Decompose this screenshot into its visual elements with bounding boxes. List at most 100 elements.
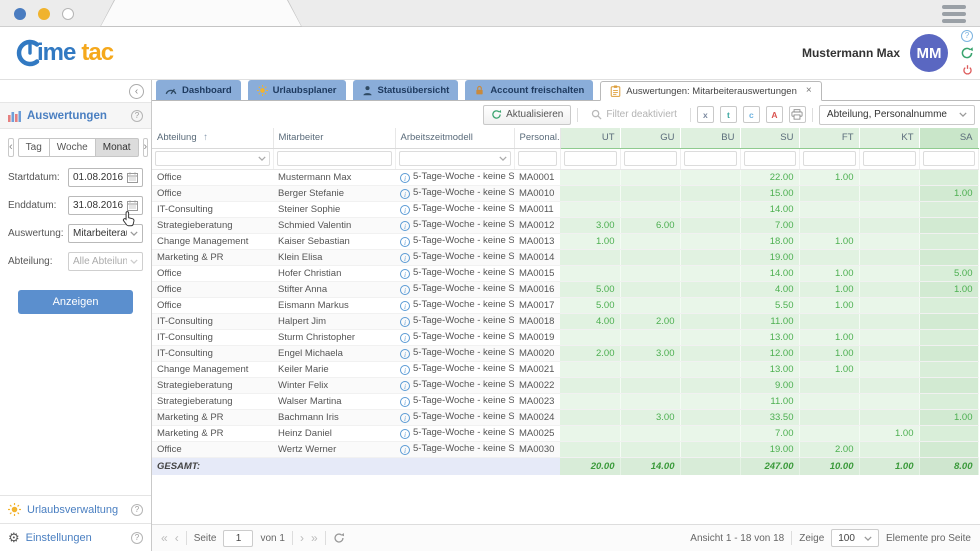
column-header-ft[interactable]: FT [799, 128, 859, 148]
settings-help-icon[interactable]: ? [131, 532, 143, 544]
info-icon[interactable]: i [400, 381, 410, 391]
table-row[interactable]: Office Eismann Markus i5-Tage-Woche - ke… [152, 297, 978, 313]
filter-status-button[interactable]: Filter deaktiviert [584, 105, 684, 125]
info-icon[interactable]: i [400, 349, 410, 359]
tab-urlaubsplaner[interactable]: Urlaubsplaner [248, 80, 346, 100]
tab-statusuebersicht[interactable]: Statusübersicht [353, 80, 459, 100]
sidebar-item-einstellungen[interactable]: ⚙ Einstellungen ? [0, 523, 151, 551]
column-header-mitarbeiter[interactable]: Mitarbeiter [273, 128, 395, 148]
info-icon[interactable]: i [400, 205, 410, 215]
start-date-field[interactable]: 01.08.2016 [68, 168, 143, 187]
filter-input[interactable] [564, 151, 617, 166]
tab-auswertungen-active[interactable]: Auswertungen: Mitarbeiterauswertungen × [600, 81, 821, 101]
table-row[interactable]: Office Berger Stefanie i5-Tage-Woche - k… [152, 185, 978, 201]
table-row[interactable]: Strategieberatung Schmied Valentin i5-Ta… [152, 217, 978, 233]
vacation-help-icon[interactable]: ? [131, 504, 143, 516]
refresh-icon[interactable] [960, 46, 974, 60]
anzeigen-button[interactable]: Anzeigen [18, 290, 133, 314]
table-row[interactable]: Marketing & PR Klein Elisa i5-Tage-Woche… [152, 249, 978, 265]
sidebar-item-urlaubsverwaltung[interactable]: Urlaubsverwaltung ? [0, 495, 151, 523]
table-row[interactable]: Office Wertz Werner i5-Tage-Woche - kein… [152, 441, 978, 457]
period-next-button[interactable]: › [143, 138, 149, 157]
column-header-ut[interactable]: UT [560, 128, 620, 148]
info-icon[interactable]: i [400, 269, 410, 279]
info-icon[interactable]: i [400, 413, 410, 423]
table-row[interactable]: Strategieberatung Winter Felix i5-Tage-W… [152, 377, 978, 393]
hamburger-menu-icon[interactable] [942, 5, 966, 23]
info-icon[interactable]: i [400, 397, 410, 407]
next-page-icon[interactable]: › [300, 532, 304, 544]
table-row[interactable]: Office Stifter Anna i5-Tage-Woche - kein… [152, 281, 978, 297]
table-row[interactable]: IT-Consulting Halpert Jim i5-Tage-Woche … [152, 313, 978, 329]
period-prev-button[interactable]: ‹ [8, 138, 14, 157]
table-row[interactable]: IT-Consulting Sturm Christopher i5-Tage-… [152, 329, 978, 345]
page-size-select[interactable]: 100 [831, 529, 879, 547]
period-month-button[interactable]: Monat [96, 138, 139, 157]
filter-input[interactable] [803, 151, 856, 166]
column-header-bu[interactable]: BU [680, 128, 740, 148]
period-day-button[interactable]: Tag [18, 138, 50, 157]
window-control-blue[interactable] [14, 8, 26, 20]
table-row[interactable]: Marketing & PR Bachmann Iris i5-Tage-Woc… [152, 409, 978, 425]
filter-input[interactable] [518, 151, 557, 166]
sidebar-collapse-button[interactable]: ‹ [129, 84, 144, 99]
table-row[interactable]: Change Management Kaiser Sebastian i5-Ta… [152, 233, 978, 249]
window-control-white[interactable] [62, 8, 74, 20]
info-icon[interactable]: i [400, 333, 410, 343]
aktualisieren-button[interactable]: Aktualisieren [483, 105, 571, 125]
last-page-icon[interactable]: » [311, 532, 318, 544]
filter-input[interactable] [923, 151, 975, 166]
info-icon[interactable]: i [400, 221, 410, 231]
info-icon[interactable]: i [400, 173, 410, 183]
column-header-su[interactable]: SU [740, 128, 799, 148]
tab-account-freischalten[interactable]: Account freischalten [465, 80, 593, 100]
info-icon[interactable]: i [400, 429, 410, 439]
export-csv-button[interactable]: c [743, 106, 760, 123]
reload-icon[interactable] [333, 532, 345, 544]
info-icon[interactable]: i [400, 445, 410, 455]
table-row[interactable]: Marketing & PR Heinz Daniel i5-Tage-Woch… [152, 425, 978, 441]
info-icon[interactable]: i [400, 189, 410, 199]
export-txt-button[interactable]: t [720, 106, 737, 123]
column-header-gu[interactable]: GU [620, 128, 680, 148]
evaluation-select[interactable]: Mitarbeiteraus [68, 224, 143, 243]
table-row[interactable]: Strategieberatung Walser Martina i5-Tage… [152, 393, 978, 409]
avatar[interactable]: MM [910, 34, 948, 72]
first-page-icon[interactable]: « [161, 532, 168, 544]
table-row[interactable]: Office Hofer Christian i5-Tage-Woche - k… [152, 265, 978, 281]
panel-help-icon[interactable]: ? [131, 110, 143, 122]
filter-input[interactable] [624, 151, 677, 166]
tab-dashboard[interactable]: Dashboard [156, 80, 241, 100]
department-select[interactable]: Alle Abteilunge [68, 252, 143, 271]
grouping-select[interactable]: Abteilung, Personalnumme [819, 105, 975, 125]
calendar-icon[interactable] [127, 172, 138, 183]
period-week-button[interactable]: Woche [50, 138, 96, 157]
info-icon[interactable]: i [400, 301, 410, 311]
column-header-abteilung[interactable]: Abteilung ↑ [152, 128, 273, 148]
column-header-sa[interactable]: SA [919, 128, 978, 148]
help-icon[interactable]: ? [961, 30, 973, 42]
table-row[interactable]: IT-Consulting Steiner Sophie i5-Tage-Woc… [152, 201, 978, 217]
export-pdf-button[interactable]: A [766, 106, 783, 123]
filter-input[interactable] [277, 151, 392, 166]
window-control-yellow[interactable] [38, 8, 50, 20]
info-icon[interactable]: i [400, 365, 410, 375]
print-button[interactable] [789, 106, 806, 123]
table-row[interactable]: Change Management Keiler Marie i5-Tage-W… [152, 361, 978, 377]
table-row[interactable]: Office Mustermann Max i5-Tage-Woche - ke… [152, 169, 978, 185]
info-icon[interactable]: i [400, 237, 410, 247]
info-icon[interactable]: i [400, 253, 410, 263]
calendar-icon[interactable] [127, 200, 138, 211]
filter-input[interactable] [863, 151, 916, 166]
filter-select[interactable] [155, 151, 270, 166]
column-header-personal-[interactable]: Personal... [514, 128, 560, 148]
column-header-arbeitszeitmodell[interactable]: Arbeitszeitmodell [395, 128, 514, 148]
prev-page-icon[interactable]: ‹ [175, 532, 179, 544]
info-icon[interactable]: i [400, 317, 410, 327]
column-header-kt[interactable]: KT [859, 128, 919, 148]
page-number-input[interactable]: 1 [223, 530, 253, 547]
power-icon[interactable] [961, 64, 974, 77]
table-row[interactable]: IT-Consulting Engel Michaela i5-Tage-Woc… [152, 345, 978, 361]
info-icon[interactable]: i [400, 285, 410, 295]
filter-input[interactable] [744, 151, 796, 166]
